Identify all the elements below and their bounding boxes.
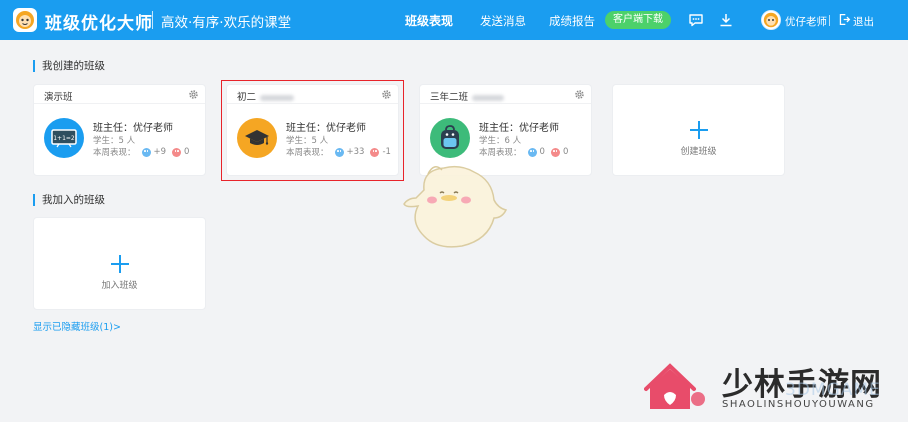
card-divider: [34, 103, 205, 104]
head-teacher: 班主任：优仔老师: [286, 123, 366, 134]
logout-icon[interactable]: [838, 13, 851, 26]
plus-icon: [690, 121, 708, 139]
sad-face-icon: [550, 147, 560, 157]
happy-face-icon: [334, 147, 344, 157]
brand-divider: [152, 11, 153, 29]
gear-icon[interactable]: [188, 89, 199, 100]
client-download-button[interactable]: 客户端下载: [605, 11, 671, 29]
logout-button[interactable]: 退出: [853, 14, 874, 29]
class-name: 演示班: [44, 92, 73, 103]
nav-score-report[interactable]: 成绩报告: [549, 13, 595, 29]
class-avatar: [237, 118, 277, 158]
class-card-grade8[interactable]: 初二 班主任：优仔老师 学生：5 人 本周表现： +33 -1: [226, 84, 399, 176]
happy-face-icon: [527, 147, 537, 157]
watermark-ghost-text: 3DMGAME: [785, 380, 881, 400]
bad-score: 0: [184, 147, 190, 157]
show-hidden-classes-link[interactable]: 显示已隐藏班级(1)>: [33, 319, 121, 333]
good-score: +33: [346, 147, 365, 157]
message-icon[interactable]: [688, 12, 704, 28]
card-divider: [227, 103, 398, 104]
bad-score: -1: [382, 147, 391, 157]
plus-icon: [111, 255, 129, 273]
mascot-chick-icon: [403, 165, 508, 248]
nav-class-performance[interactable]: 班级表现: [405, 12, 453, 29]
class-name-text: 初二: [237, 92, 257, 103]
nav-send-message[interactable]: 发送消息: [480, 13, 526, 29]
class-avatar: 1+1=2: [44, 118, 84, 158]
class-name: 初二: [237, 89, 295, 103]
monkey-avatar-icon: [763, 12, 779, 28]
svg-text:1+1=2: 1+1=2: [53, 135, 75, 142]
gear-icon[interactable]: [381, 89, 392, 100]
bad-score: 0: [562, 147, 569, 157]
graduation-cap-icon: [245, 130, 269, 145]
card-divider: [420, 103, 591, 104]
class-name: 三年二班: [430, 89, 505, 103]
class-card-demo[interactable]: 演示班 1+1=2 班主任：优仔老师 学生：5 人 本周表现： +9 0: [33, 84, 206, 176]
weekly-performance: 本周表现： 0 0: [479, 146, 568, 158]
top-header: 班级优化大师 高效·有序·欢乐的课堂 班级表现 发送消息 成绩报告 客户端下载 …: [0, 0, 908, 40]
sad-face-icon: [370, 147, 380, 157]
performance-label: 本周表现：: [93, 148, 136, 158]
create-class-button[interactable]: 创建班级: [612, 84, 785, 176]
gear-icon[interactable]: [574, 89, 585, 100]
head-teacher: 班主任：优仔老师: [479, 123, 559, 134]
monkey-logo-icon: [16, 11, 34, 29]
head-teacher: 班主任：优仔老师: [93, 123, 173, 134]
student-count: 学生：5 人: [286, 136, 329, 146]
create-class-label: 创建班级: [680, 147, 717, 157]
blurred-name: [472, 94, 505, 101]
class-name-text: 三年二班: [430, 92, 469, 103]
performance-label: 本周表现：: [479, 148, 522, 158]
app-logo[interactable]: [13, 8, 37, 32]
backpack-icon: [441, 125, 459, 149]
join-class-label: 加入班级: [101, 281, 138, 291]
performance-label: 本周表现：: [286, 148, 329, 158]
brand-slogan: 高效·有序·欢乐的课堂: [161, 15, 292, 31]
class-avatar: [430, 118, 470, 158]
download-icon[interactable]: [718, 12, 734, 28]
user-avatar[interactable]: [761, 10, 781, 30]
watermark-subtitle: SHAOLINSHOUYOUWANG: [722, 399, 875, 410]
user-name[interactable]: 优仔老师: [785, 14, 827, 29]
weekly-performance: 本周表现： +33 -1: [286, 146, 391, 158]
student-count: 学生：6 人: [479, 136, 522, 146]
watermark-logo-icon: [644, 363, 705, 409]
happy-face-icon: [141, 147, 151, 157]
sad-face-icon: [172, 147, 182, 157]
brand-title: 班级优化大师: [45, 14, 153, 34]
header-divider: [829, 15, 830, 26]
join-class-button[interactable]: 加入班级: [33, 217, 206, 310]
created-classes-title: 我创建的班级: [33, 60, 105, 72]
student-count: 学生：5 人: [93, 136, 136, 146]
good-score: 0: [539, 147, 545, 157]
good-score: +9: [153, 147, 167, 157]
blackboard-icon: 1+1=2: [51, 129, 77, 148]
weekly-performance: 本周表现： +9 0: [93, 146, 189, 158]
blurred-name: [260, 94, 295, 101]
joined-classes-title: 我加入的班级: [33, 194, 105, 206]
